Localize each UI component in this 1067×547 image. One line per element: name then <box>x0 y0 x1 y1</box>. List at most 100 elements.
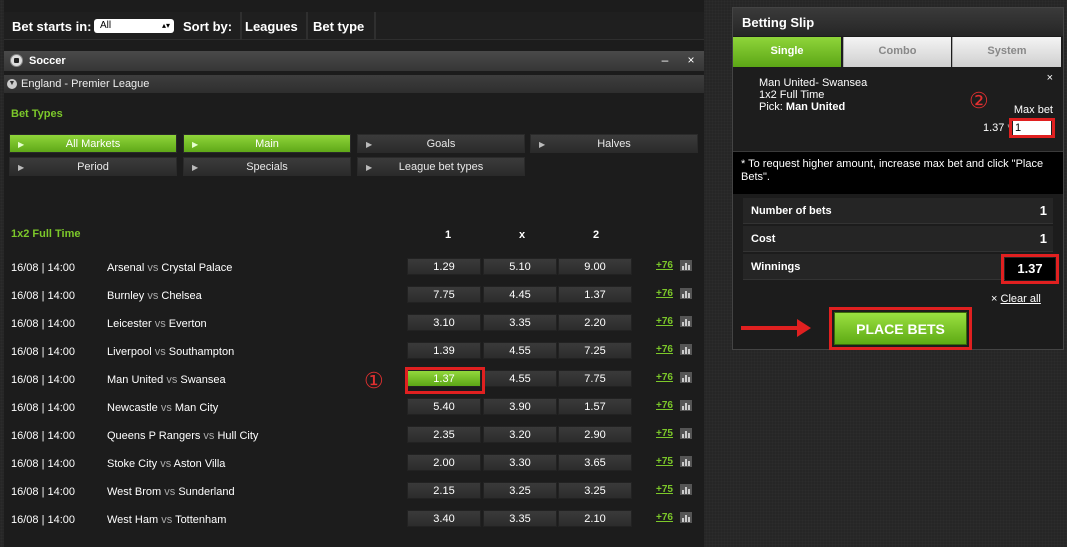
odd-away[interactable]: 9.00 <box>558 258 632 275</box>
odd-home[interactable]: 3.10 <box>407 314 481 331</box>
odd-home[interactable]: 7.75 <box>407 286 481 303</box>
odd-away[interactable]: 7.75 <box>558 370 632 387</box>
match-teams[interactable]: Burnley vs Chelsea <box>107 290 202 302</box>
stats-icon[interactable] <box>680 344 692 355</box>
odd-draw[interactable]: 3.30 <box>483 454 557 471</box>
league-header[interactable]: ▼ England - Premier League <box>4 75 704 93</box>
cost-row: Cost 1 <box>743 226 1053 252</box>
more-markets-link[interactable]: +75 <box>656 428 673 439</box>
stats-icon[interactable] <box>680 428 692 439</box>
table-row: 16/08 | 14:00 Man United vs Swansea 1.37 4.… <box>4 367 704 395</box>
more-markets-link[interactable]: +76 <box>656 372 673 383</box>
cost-label: Cost <box>751 233 776 245</box>
stats-icon[interactable] <box>680 512 692 523</box>
stats-icon[interactable] <box>680 400 692 411</box>
match-teams[interactable]: Man United vs Swansea <box>107 374 226 386</box>
more-markets-link[interactable]: +76 <box>656 400 673 411</box>
odd-draw[interactable]: 3.20 <box>483 426 557 443</box>
betting-slip: Betting Slip Single Combo System Man Uni… <box>732 7 1064 350</box>
match-teams[interactable]: Queens P Rangers vs Hull City <box>107 430 258 442</box>
max-bet-link[interactable]: Max bet <box>1014 104 1053 116</box>
odds-times: 1.37 * <box>983 122 1012 134</box>
clear-all-link[interactable]: × Clear all <box>991 293 1041 305</box>
odd-away[interactable]: 1.37 <box>558 286 632 303</box>
odd-home[interactable]: 1.39 <box>407 342 481 359</box>
sort-bet-type-button[interactable]: Bet type <box>313 19 364 34</box>
tab-system[interactable]: System <box>952 37 1061 67</box>
bet-type-halves[interactable]: ▶ Halves <box>530 134 698 153</box>
table-row: 16/08 | 14:00 Queens P Rangers vs Hull Ci… <box>4 423 704 451</box>
bet-type-period[interactable]: ▶ Period <box>9 157 177 176</box>
odd-away[interactable]: 3.25 <box>558 482 632 499</box>
odd-draw[interactable]: 4.45 <box>483 286 557 303</box>
bet-pick: Pick: Man United <box>759 101 846 113</box>
slip-title: Betting Slip <box>742 15 815 30</box>
odd-away[interactable]: 2.90 <box>558 426 632 443</box>
more-markets-link[interactable]: +76 <box>656 260 673 271</box>
stats-icon[interactable] <box>680 260 692 271</box>
bet-starts-select[interactable]: All ▴▾ <box>94 19 174 33</box>
odd-away[interactable]: 3.65 <box>558 454 632 471</box>
remove-bet-icon[interactable]: × <box>1047 72 1053 84</box>
odd-draw[interactable]: 3.35 <box>483 510 557 527</box>
close-icon[interactable]: × <box>680 53 702 67</box>
stats-icon[interactable] <box>680 484 692 495</box>
bet-selection: Man United- Swansea 1x2 Full Time Pick: … <box>733 68 1063 152</box>
odd-home[interactable]: 2.15 <box>407 482 481 499</box>
odd-away[interactable]: 2.10 <box>558 510 632 527</box>
table-row: 16/08 | 14:00 Liverpool vs Southampton 1.3… <box>4 339 704 367</box>
away-team: Man City <box>174 402 219 414</box>
odd-draw[interactable]: 4.55 <box>483 370 557 387</box>
home-team: Newcastle <box>107 402 158 414</box>
triangle-right-icon: ▶ <box>192 140 199 149</box>
more-markets-link[interactable]: +76 <box>656 288 673 299</box>
more-markets-link[interactable]: +75 <box>656 484 673 495</box>
odd-home[interactable]: 3.40 <box>407 510 481 527</box>
bet-type-main[interactable]: ▶ Main <box>183 134 351 153</box>
sort-leagues-button[interactable]: Leagues <box>245 19 298 34</box>
odd-home[interactable]: 2.00 <box>407 454 481 471</box>
minimize-icon[interactable]: – <box>654 53 676 67</box>
odd-home[interactable]: 2.35 <box>407 426 481 443</box>
odd-draw[interactable]: 3.25 <box>483 482 557 499</box>
odd-away[interactable]: 1.57 <box>558 398 632 415</box>
bet-type-league-bet-types[interactable]: ▶ League bet types <box>357 157 525 176</box>
more-markets-link[interactable]: +76 <box>656 316 673 327</box>
odd-draw[interactable]: 4.55 <box>483 342 557 359</box>
odd-draw[interactable]: 5.10 <box>483 258 557 275</box>
vs-label: vs <box>154 318 166 330</box>
tab-combo[interactable]: Combo <box>843 37 951 67</box>
match-teams[interactable]: Arsenal vs Crystal Palace <box>107 262 232 274</box>
match-teams[interactable]: Stoke City vs Aston Villa <box>107 458 225 470</box>
bet-type-all-markets[interactable]: ▶ All Markets <box>9 134 177 153</box>
odd-home[interactable]: 5.40 <box>407 398 481 415</box>
sort-by-label: Sort by: <box>183 19 233 34</box>
away-team: Chelsea <box>161 290 202 302</box>
match-date: 16/08 | 14:00 <box>11 458 76 470</box>
stats-icon[interactable] <box>680 316 692 327</box>
tab-single[interactable]: Single <box>733 37 841 67</box>
select-arrows-icon: ▴▾ <box>161 21 170 30</box>
match-teams[interactable]: Leicester vs Everton <box>107 318 207 330</box>
match-teams[interactable]: West Brom vs Sunderland <box>107 486 235 498</box>
clear-icon: × <box>991 293 998 305</box>
odd-away[interactable]: 7.25 <box>558 342 632 359</box>
match-date: 16/08 | 14:00 <box>11 486 76 498</box>
more-markets-link[interactable]: +76 <box>656 512 673 523</box>
match-teams[interactable]: Liverpool vs Southampton <box>107 346 234 358</box>
odd-draw[interactable]: 3.35 <box>483 314 557 331</box>
match-teams[interactable]: West Ham vs Tottenham <box>107 514 226 526</box>
odd-away[interactable]: 2.20 <box>558 314 632 331</box>
bet-type-specials[interactable]: ▶ Specials <box>183 157 351 176</box>
stats-icon[interactable] <box>680 372 692 383</box>
step-2-marker: ② <box>969 88 989 113</box>
bet-type-goals[interactable]: ▶ Goals <box>357 134 525 153</box>
more-markets-link[interactable]: +75 <box>656 456 673 467</box>
more-markets-link[interactable]: +76 <box>656 344 673 355</box>
arrow-right-icon <box>741 319 811 337</box>
odd-draw[interactable]: 3.90 <box>483 398 557 415</box>
odd-home[interactable]: 1.29 <box>407 258 481 275</box>
stats-icon[interactable] <box>680 288 692 299</box>
stats-icon[interactable] <box>680 456 692 467</box>
match-teams[interactable]: Newcastle vs Man City <box>107 402 218 414</box>
